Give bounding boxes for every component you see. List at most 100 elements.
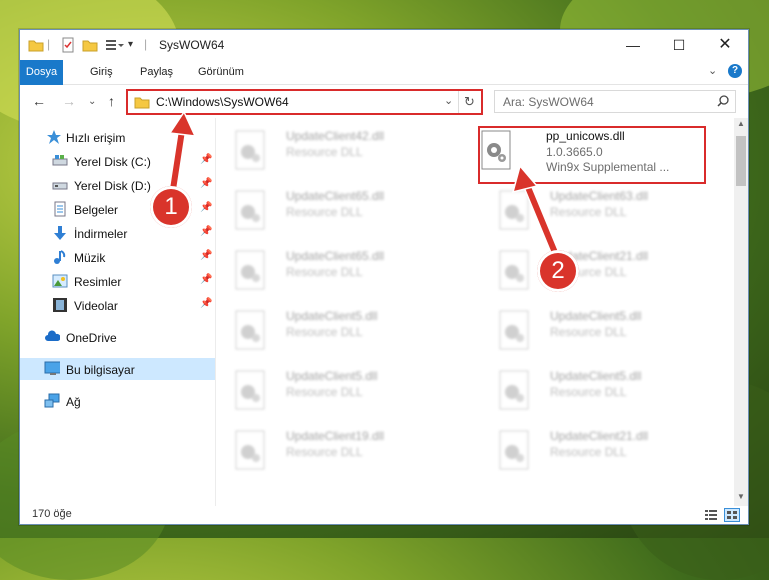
expand-ribbon-icon[interactable]: ⌄	[708, 64, 717, 77]
address-dropdown-icon[interactable]: ⌄	[444, 94, 453, 107]
nav-item-label: Ağ	[66, 395, 81, 409]
dll-file-icon	[499, 430, 529, 470]
star-icon	[47, 130, 61, 144]
file-type: Resource DLL	[550, 445, 627, 459]
qat-dropdown-icon[interactable]: ▾	[128, 39, 133, 55]
step-1-badge: 1	[150, 186, 192, 228]
search-icon[interactable]	[717, 95, 729, 107]
dll-file-icon	[499, 310, 529, 350]
pin-icon[interactable]: 📌	[200, 178, 212, 189]
forward-button[interactable]: →	[62, 93, 76, 109]
search-placeholder: Ara: SysWOW64	[503, 95, 594, 109]
file-item[interactable]: UpdateClient65.dll Resource DLL	[216, 182, 456, 238]
file-type: Resource DLL	[286, 385, 363, 399]
dll-file-icon	[235, 250, 265, 290]
file-item[interactable]: UpdateClient42.dll Resource DLL	[216, 122, 456, 178]
address-path: C:\Windows\SysWOW64	[156, 95, 289, 109]
nav-item-label: İndirmeler	[74, 227, 128, 241]
pictures-icon	[52, 274, 68, 288]
tab-view[interactable]: Görünüm	[188, 60, 254, 84]
vertical-scrollbar[interactable]: ▲ ▼	[734, 118, 748, 506]
file-name: UpdateClient65.dll	[286, 189, 385, 203]
ribbon-tabs: Dosya Giriş Paylaş Görünüm ⌄ ?	[20, 60, 748, 116]
scroll-down-icon[interactable]: ▼	[737, 492, 745, 501]
details-view-icon[interactable]	[704, 509, 718, 521]
file-item[interactable]: UpdateClient19.dll Resource DLL	[216, 422, 456, 478]
customize-toolbar-icon[interactable]	[104, 37, 124, 53]
file-item[interactable]: UpdateClient65.dll Resource DLL	[216, 242, 456, 298]
pin-icon[interactable]: 📌	[200, 298, 212, 309]
dll-file-icon	[499, 190, 529, 230]
nav-item-label: Bu bilgisayar	[66, 363, 135, 377]
nav-item-label: Hızlı erişim	[66, 131, 126, 145]
pin-icon[interactable]: 📌	[200, 250, 212, 261]
minimize-button[interactable]: —	[610, 30, 656, 60]
drive-icon	[52, 155, 68, 166]
search-input[interactable]: Ara: SysWOW64	[494, 90, 736, 113]
nav-item-onedrive[interactable]: OneDrive	[20, 326, 215, 348]
file-name: UpdateClient19.dll	[286, 429, 385, 443]
nav-item-pictures[interactable]: Resimler 📌	[20, 270, 215, 292]
pin-icon[interactable]: 📌	[200, 202, 212, 213]
separator: |	[47, 37, 51, 51]
step-2-badge: 2	[537, 250, 579, 292]
dll-file-icon	[235, 190, 265, 230]
network-icon	[44, 393, 60, 408]
nav-item-videos[interactable]: Videolar 📌	[20, 294, 215, 316]
file-item[interactable]: UpdateClient5.dll Resource DLL	[480, 362, 720, 418]
scroll-up-icon[interactable]: ▲	[737, 119, 745, 128]
address-row: ← → ⌄ ↑ C:\Windows\SysWOW64 ⌄ ↻ Ara: Sys…	[20, 85, 748, 117]
tiles-view-icon[interactable]	[724, 508, 740, 522]
refresh-icon[interactable]: ↻	[464, 94, 475, 110]
download-icon	[54, 226, 66, 240]
nav-item-label: Yerel Disk (D:)	[74, 179, 151, 193]
file-type: Resource DLL	[286, 445, 363, 459]
close-button[interactable]: ✕	[702, 30, 748, 60]
item-count: 170 öğe	[32, 508, 72, 520]
pin-icon[interactable]: 📌	[200, 274, 212, 285]
folder-icon	[134, 97, 150, 109]
videos-icon	[53, 298, 67, 312]
tab-share[interactable]: Paylaş	[130, 60, 183, 84]
pin-icon[interactable]: 📌	[200, 154, 212, 165]
nav-item-label: Resimler	[74, 275, 122, 289]
nav-item-music[interactable]: Müzik 📌	[20, 246, 215, 268]
back-button[interactable]: ←	[32, 93, 46, 109]
address-bar[interactable]: C:\Windows\SysWOW64 ⌄ ↻	[126, 89, 483, 115]
file-item[interactable]: UpdateClient5.dll Resource DLL	[216, 302, 456, 358]
nav-item-label: Belgeler	[74, 203, 119, 217]
scrollbar-thumb[interactable]	[736, 136, 746, 186]
folder-icon[interactable]	[28, 37, 44, 53]
file-type: Resource DLL	[286, 265, 363, 279]
documents-icon	[54, 201, 66, 217]
nav-item-quick-access[interactable]: Hızlı erişim	[20, 126, 215, 148]
dll-file-icon	[235, 310, 265, 350]
status-bar: 170 öğe	[20, 506, 748, 524]
file-item[interactable]: UpdateClient21.dll Resource DLL	[480, 422, 720, 478]
nav-item-this-pc[interactable]: Bu bilgisayar	[20, 358, 215, 380]
file-item[interactable]: UpdateClient5.dll Resource DLL	[216, 362, 456, 418]
title-bar: | ▾ | SysWOW64 — ☐ ✕	[20, 30, 748, 60]
nav-item-downloads[interactable]: İndirmeler 📌	[20, 222, 215, 244]
maximize-button[interactable]: ☐	[656, 30, 702, 60]
recent-locations-icon[interactable]: ⌄	[88, 96, 96, 107]
nav-item-label: Videolar	[74, 299, 118, 313]
nav-item-local-disk-c[interactable]: Yerel Disk (C:) 📌	[20, 150, 215, 172]
file-item[interactable]: UpdateClient63.dll Resource DLL	[480, 182, 720, 238]
help-icon[interactable]: ?	[728, 64, 742, 78]
file-name: UpdateClient5.dll	[286, 309, 378, 323]
pin-icon[interactable]: 📌	[200, 226, 212, 237]
dll-file-icon	[235, 130, 265, 170]
tab-home[interactable]: Giriş	[80, 60, 123, 84]
up-button[interactable]: ↑	[108, 93, 115, 109]
file-name: UpdateClient21.dll	[550, 429, 649, 443]
nav-item-network[interactable]: Ağ	[20, 390, 215, 412]
navigation-pane: Hızlı erişim Yerel Disk (C:) 📌 Yerel Dis…	[20, 118, 216, 506]
file-item[interactable]: UpdateClient5.dll Resource DLL	[480, 302, 720, 358]
file-name: UpdateClient63.dll	[550, 189, 649, 203]
properties-icon[interactable]	[60, 37, 76, 53]
new-folder-icon[interactable]	[82, 37, 98, 53]
file-name: UpdateClient65.dll	[286, 249, 385, 263]
file-item[interactable]: UpdateClient21.dll Resource DLL	[480, 242, 720, 298]
file-list: UpdateClient42.dll Resource DLL UpdateCl…	[216, 118, 734, 506]
